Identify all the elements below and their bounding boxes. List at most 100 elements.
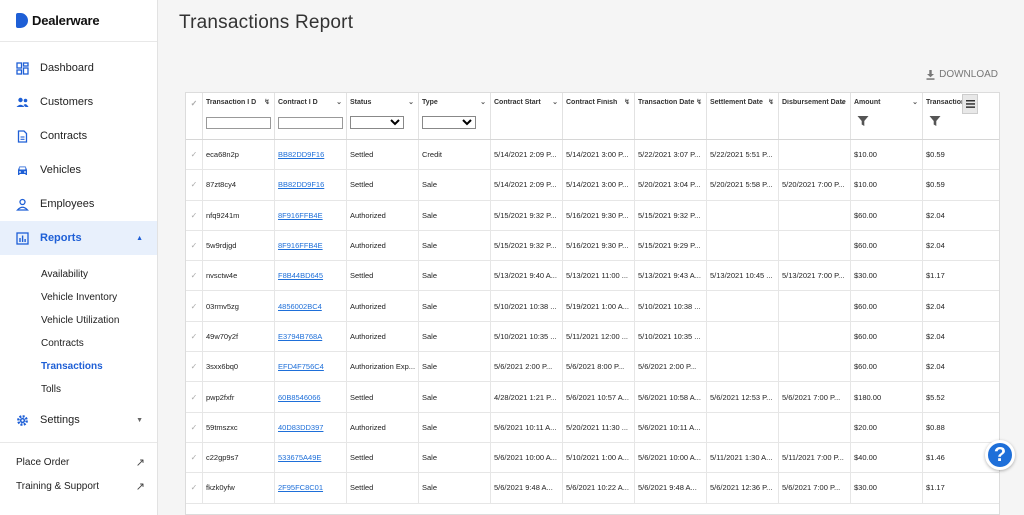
cell-status: Authorized — [347, 291, 419, 321]
table-row[interactable]: ✓ 49w70y2f E3794B768A Authorized Sale 5/10/20… — [186, 321, 999, 353]
row-checkbox[interactable]: ✓ — [186, 352, 203, 382]
table-row[interactable]: ✓ 3sxx6bq0 EFD4F756C4 Authorization Exp... S… — [186, 352, 999, 383]
transaction-id-filter-input[interactable] — [206, 117, 271, 129]
cell-contract-id: 2F95FC8C01 — [275, 473, 347, 503]
nav-item-dashboard[interactable]: Dashboard — [0, 51, 157, 85]
contract-id-link[interactable]: E3794B768A — [278, 332, 322, 341]
cell-transaction-date: 5/15/2021 9:29 P... — [635, 230, 707, 261]
contract-id-link[interactable]: 60B8546066 — [278, 393, 321, 402]
cell-contract-start: 5/10/2021 10:35 ... — [491, 321, 563, 352]
nav-item-customers[interactable]: Customers — [0, 85, 157, 119]
brand[interactable]: Dealerware — [0, 0, 157, 42]
chevron-down-icon[interactable]: ⌄ — [912, 98, 918, 106]
chevron-down-icon[interactable]: ⌄ — [840, 98, 846, 106]
external-link-icon: ↗ — [135, 456, 145, 469]
contract-id-link[interactable]: EFD4F756C4 — [278, 362, 324, 371]
contract-id-link[interactable]: 8F916FFB4E — [278, 211, 323, 220]
sort-icon[interactable]: ↯ — [768, 98, 774, 106]
column-header-contract-id[interactable]: Contract I D ⌄ — [275, 93, 347, 139]
cell-type: Sale — [419, 412, 491, 442]
column-header-transaction-date[interactable]: Transaction Date ↯ — [635, 93, 707, 139]
column-header-contract-start[interactable]: Contract Start ⌄ — [491, 93, 563, 139]
column-header-transaction-id[interactable]: Transaction I D ↯ — [203, 93, 275, 139]
row-checkbox[interactable]: ✓ — [186, 382, 203, 412]
contract-id-link[interactable]: 40D83DD397 — [278, 423, 323, 432]
help-button[interactable]: ? — [985, 440, 1015, 470]
contract-id-link[interactable]: F8B44BD645 — [278, 271, 323, 280]
cell-contract-id: 40D83DD397 — [275, 412, 347, 442]
table-row[interactable]: ✓ nvsctw4e F8B44BD645 Settled Sale 5/13/2021 … — [186, 261, 999, 292]
nav-item-vehicles[interactable]: Vehicles — [0, 153, 157, 187]
nav-item-employees[interactable]: Employees — [0, 187, 157, 221]
sub-item-vehicle-inventory[interactable]: Vehicle Inventory — [0, 286, 157, 309]
sub-item-contracts[interactable]: Contracts — [0, 332, 157, 355]
column-header-transaction-fee[interactable]: Transaction Fee — [923, 93, 979, 139]
training-support-link[interactable]: Training & Support ↗ — [16, 476, 145, 496]
chevron-down-icon[interactable]: ⌄ — [552, 98, 558, 106]
chevron-down-icon[interactable]: ⌄ — [408, 98, 414, 106]
nav-item-contracts[interactable]: Contracts — [0, 119, 157, 153]
row-checkbox[interactable]: ✓ — [186, 140, 203, 170]
place-order-link[interactable]: Place Order ↗ — [16, 452, 145, 472]
row-checkbox[interactable]: ✓ — [186, 200, 203, 230]
status-filter-select[interactable] — [350, 116, 404, 129]
reports-submenu: Availability Vehicle Inventory Vehicle U… — [0, 263, 157, 401]
gear-icon — [16, 414, 29, 427]
sub-item-vehicle-utilization[interactable]: Vehicle Utilization — [0, 309, 157, 332]
row-checkbox[interactable]: ✓ — [186, 170, 203, 200]
chevron-down-icon[interactable]: ⌄ — [480, 98, 486, 106]
download-button[interactable]: DOWNLOAD — [926, 69, 998, 80]
cell-settlement-date: 5/6/2021 12:36 P... — [707, 473, 779, 503]
column-header-settlement-date[interactable]: Settlement Date ↯ — [707, 93, 779, 139]
contract-id-filter-input[interactable] — [278, 117, 343, 129]
sub-item-tolls[interactable]: Tolls — [0, 378, 157, 401]
contracts-icon — [16, 129, 29, 143]
column-header-contract-finish[interactable]: Contract Finish ↯ — [563, 93, 635, 139]
table-row[interactable]: ✓ 59tmszxc 40D83DD397 Authorized Sale 5/6/202… — [186, 412, 999, 443]
nav-item-reports[interactable]: Reports ▲ — [0, 221, 157, 255]
contract-id-link[interactable]: 4856002BC4 — [278, 302, 322, 311]
sort-icon[interactable]: ↯ — [696, 98, 702, 106]
row-checkbox[interactable]: ✓ — [186, 442, 203, 473]
table-row[interactable]: ✓ 03rmv5zg 4856002BC4 Authorized Sale 5/10/20… — [186, 291, 999, 322]
cell-type: Sale — [419, 321, 491, 352]
cell-contract-finish: 5/13/2021 11:00 ... — [563, 261, 635, 291]
type-filter-select[interactable] — [422, 116, 476, 129]
sub-item-transactions[interactable]: Transactions — [0, 355, 157, 378]
select-all-checkbox[interactable]: ✓ — [186, 93, 203, 139]
table-row[interactable]: ✓ 5w9rdjgd 8F916FFB4E Authorized Sale 5/15/20… — [186, 230, 999, 262]
row-checkbox[interactable]: ✓ — [186, 291, 203, 321]
contract-id-link[interactable]: 8F916FFB4E — [278, 241, 323, 250]
column-header-status[interactable]: Status ⌄ — [347, 93, 419, 139]
column-header-type[interactable]: Type ⌄ — [419, 93, 491, 139]
filter-icon[interactable] — [929, 115, 941, 129]
filter-icon[interactable] — [857, 115, 869, 129]
row-checkbox[interactable]: ✓ — [186, 230, 203, 261]
contract-id-link[interactable]: BB82DD9F16 — [278, 150, 324, 159]
table-row[interactable]: ✓ 87zt8cy4 BB82DD9F16 Settled Sale 5/14/2021 … — [186, 170, 999, 201]
table-row[interactable]: ✓ c22gp9s7 533675A49E Settled Sale 5/6/2021 1… — [186, 442, 999, 474]
customers-icon — [16, 96, 29, 109]
contract-id-link[interactable]: 533675A49E — [278, 453, 321, 462]
column-header-disbursement-date[interactable]: Disbursement Date ⌄ — [779, 93, 851, 139]
sub-item-availability[interactable]: Availability — [0, 263, 157, 286]
column-menu-button[interactable] — [962, 94, 978, 114]
cell-settlement-date — [707, 200, 779, 230]
nav-item-settings[interactable]: Settings ▼ — [0, 403, 157, 437]
row-checkbox[interactable]: ✓ — [186, 321, 203, 352]
chevron-down-icon[interactable]: ⌄ — [336, 98, 342, 106]
row-checkbox[interactable]: ✓ — [186, 412, 203, 442]
table-row[interactable]: ✓ fkzk0yfw 2F95FC8C01 Settled Sale 5/6/2021 9… — [186, 473, 999, 504]
contract-id-link[interactable]: 2F95FC8C01 — [278, 483, 323, 492]
sort-icon[interactable]: ↯ — [264, 98, 270, 106]
row-checkbox[interactable]: ✓ — [186, 473, 203, 503]
cell-transaction-date: 5/13/2021 9:43 A... — [635, 261, 707, 291]
row-checkbox[interactable]: ✓ — [186, 261, 203, 291]
column-header-amount[interactable]: Amount ⌄ — [851, 93, 923, 139]
table-row[interactable]: ✓ eca68n2p BB82DD9F16 Settled Credit 5/14/202… — [186, 140, 999, 171]
contract-id-link[interactable]: BB82DD9F16 — [278, 180, 324, 189]
sort-icon[interactable]: ↯ — [624, 98, 630, 106]
table-row[interactable]: ✓ pwp2fxfr 60B8546066 Settled Sale 4/28/2021 … — [186, 382, 999, 413]
table-row[interactable]: ✓ nfq9241m 8F916FFB4E Authorized Sale 5/15/20… — [186, 200, 999, 231]
cell-disbursement-date: 5/20/2021 7:00 P... — [779, 170, 851, 200]
